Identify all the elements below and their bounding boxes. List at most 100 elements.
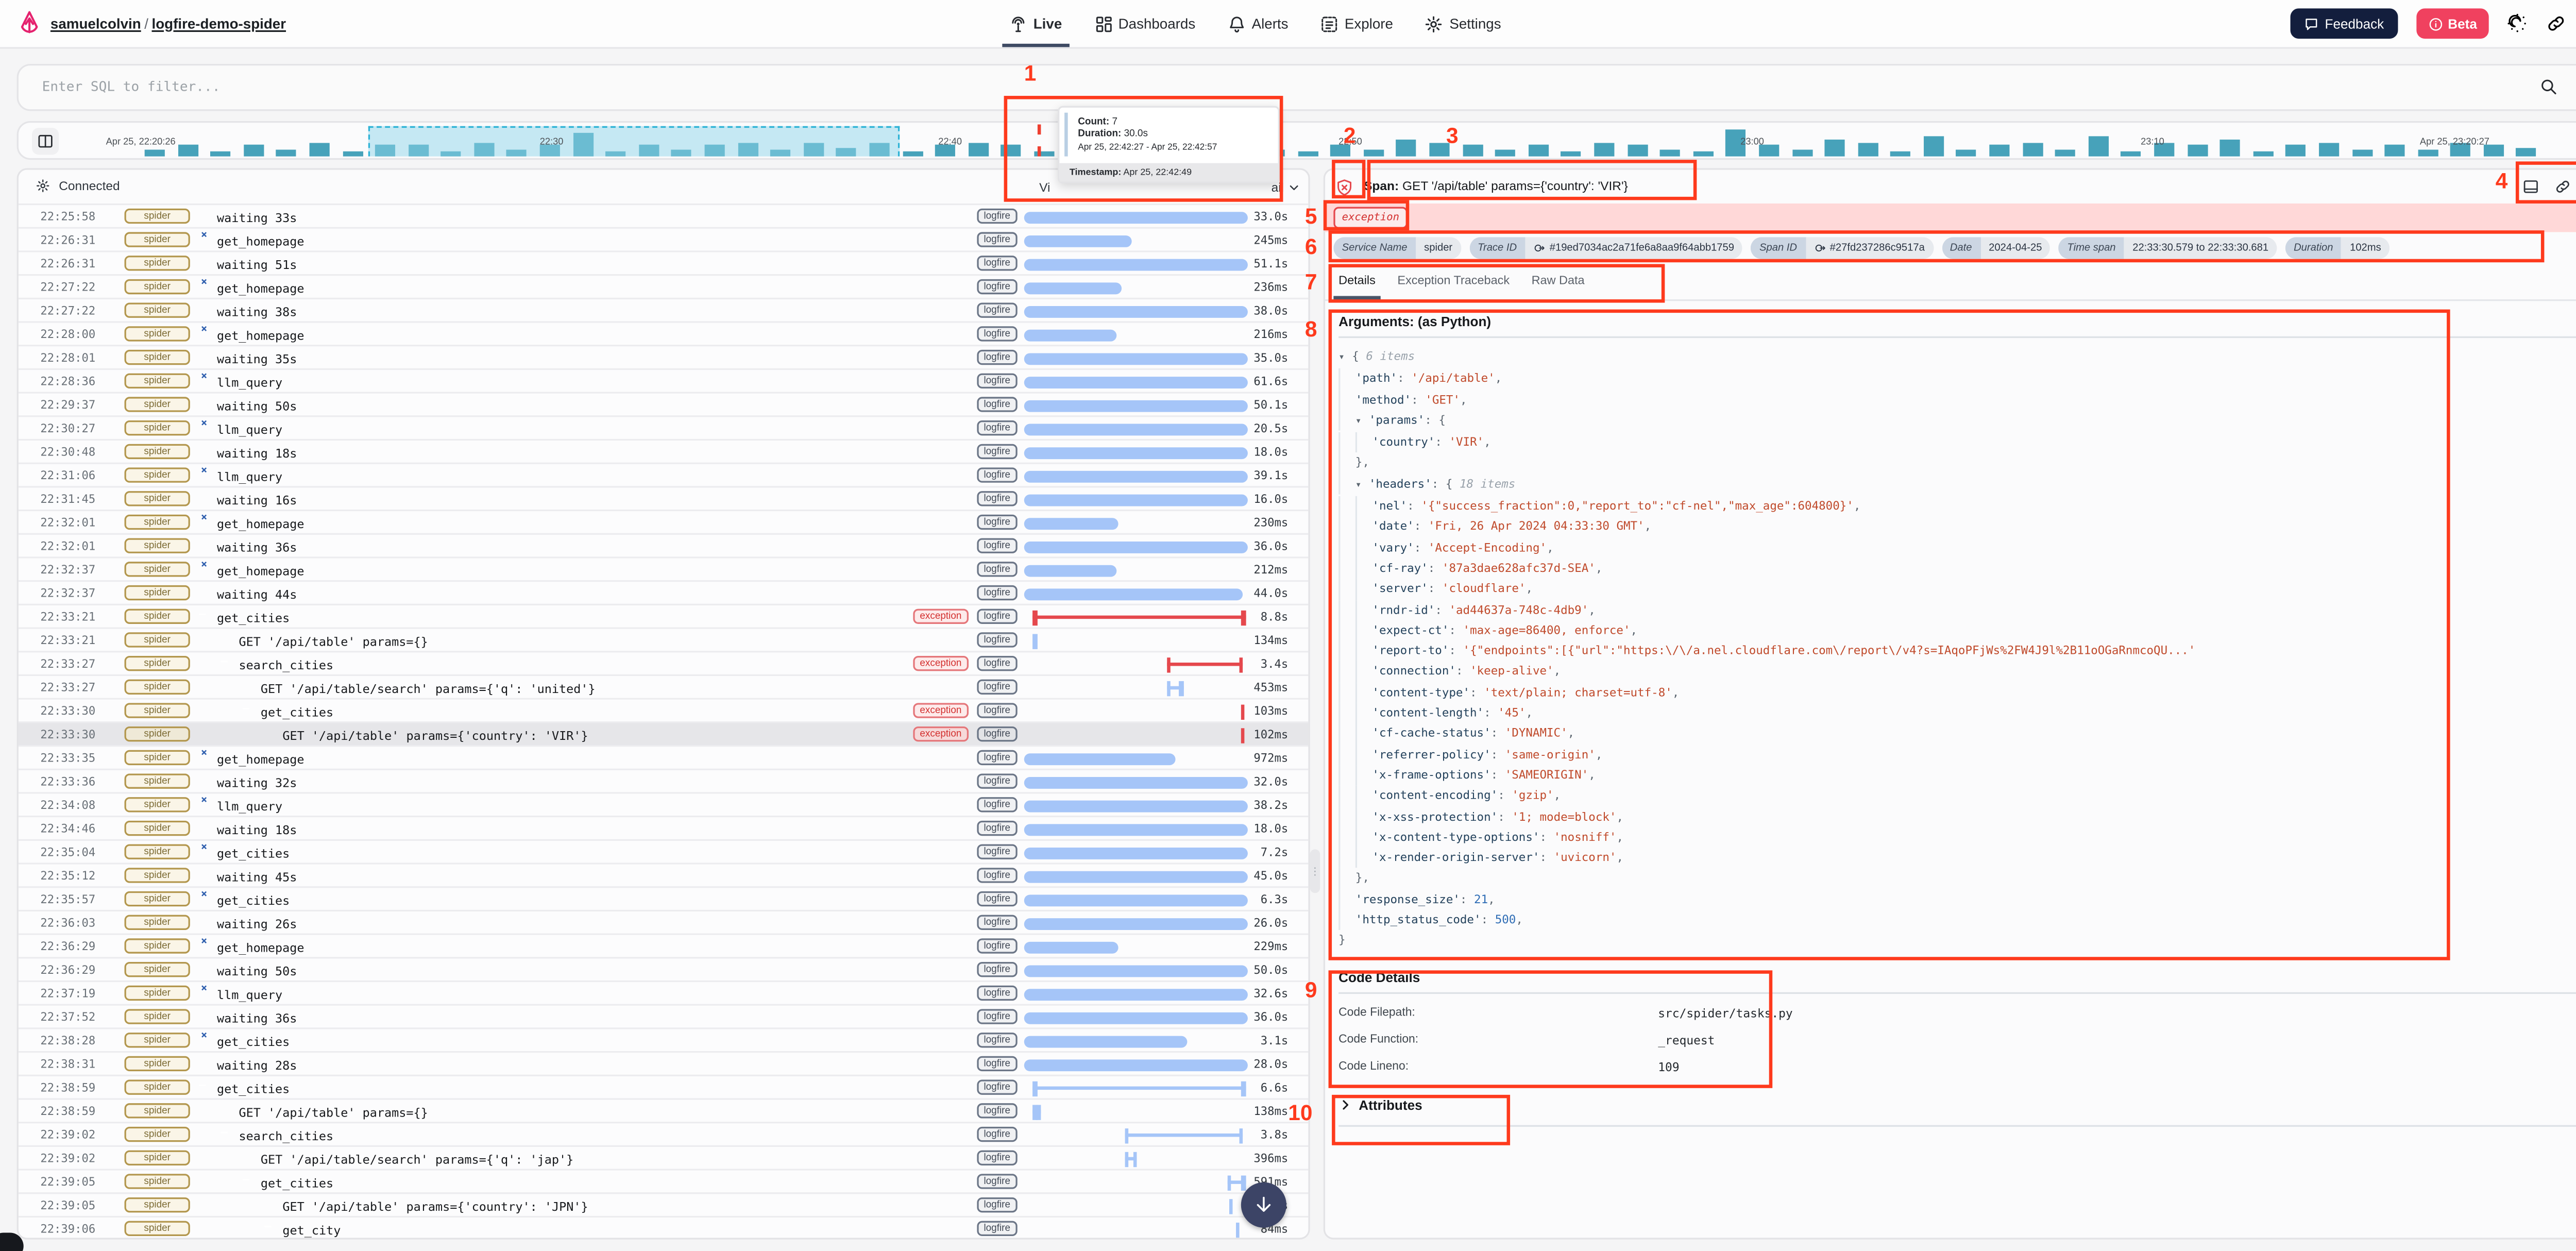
trace-row[interactable]: 22:31:06spider+llm_querylogfire39.1s: [19, 464, 1308, 488]
histogram-bar[interactable]: [2022, 142, 2042, 156]
span-name[interactable]: waiting 18s: [217, 822, 297, 837]
trace-row[interactable]: 22:39:02spider−search_citieslogfire3.8s: [19, 1123, 1308, 1147]
sql-filter-bar[interactable]: Enter SQL to filter...: [17, 64, 2576, 111]
service-tag[interactable]: spider: [125, 420, 190, 436]
service-tag[interactable]: spider: [125, 1056, 190, 1072]
span-name[interactable]: waiting 50s: [217, 399, 297, 414]
trace-row[interactable]: 22:33:27spider−search_citiesexceptionlog…: [19, 652, 1308, 676]
service-tag[interactable]: spider: [125, 1009, 190, 1025]
service-tag[interactable]: spider: [125, 562, 190, 578]
span-name[interactable]: search_cities: [239, 657, 333, 672]
histogram-bar[interactable]: [1594, 142, 1614, 156]
scroll-to-bottom-button[interactable]: [1241, 1182, 1286, 1228]
trace-row[interactable]: 22:39:05spider−get_citieslogfire591ms: [19, 1171, 1308, 1194]
span-name[interactable]: llm_query: [217, 422, 282, 437]
histogram-bar[interactable]: [1825, 139, 1845, 156]
arguments-json[interactable]: ▾{ 6 items'path': '/api/table','method':…: [1338, 346, 2576, 951]
logfire-tag[interactable]: logfire: [977, 585, 1017, 601]
exception-tag[interactable]: exception: [913, 703, 968, 719]
trace-row[interactable]: 22:33:30spider−get_citiesexceptionlogfir…: [19, 700, 1308, 723]
logfire-tag[interactable]: logfire: [977, 562, 1017, 578]
service-tag[interactable]: spider: [125, 373, 190, 389]
histogram-bar[interactable]: [342, 150, 362, 156]
service-tag[interactable]: spider: [125, 726, 190, 742]
trace-row[interactable]: 22:32:01spiderwaiting 36slogfire36.0s: [19, 535, 1308, 559]
trace-row[interactable]: 22:38:31spiderwaiting 28slogfire28.0s: [19, 1053, 1308, 1076]
span-name[interactable]: waiting 36s: [217, 540, 297, 555]
trace-row[interactable]: 22:32:37spiderwaiting 44slogfire44.0s: [19, 582, 1308, 605]
span-name[interactable]: get_cities: [217, 611, 290, 626]
histogram-bar[interactable]: [1462, 144, 1482, 156]
span-name[interactable]: waiting 28s: [217, 1058, 297, 1073]
sql-filter-input[interactable]: Enter SQL to filter...: [42, 79, 221, 94]
span-name[interactable]: get_homepage: [217, 563, 304, 578]
span-name[interactable]: get_city: [282, 1223, 341, 1238]
share-link-icon[interactable]: [2546, 13, 2566, 33]
service-tag[interactable]: spider: [125, 891, 190, 907]
span-name[interactable]: llm_query: [217, 987, 282, 1002]
nav-item-dashboards[interactable]: Dashboards: [1094, 0, 1195, 47]
span-name[interactable]: get_homepage: [217, 940, 304, 955]
trace-row[interactable]: 22:26:31spider+get_homepagelogfire245ms: [19, 229, 1308, 252]
logfire-tag[interactable]: logfire: [977, 1126, 1017, 1142]
histogram-bar[interactable]: [2055, 149, 2075, 156]
exception-tag[interactable]: exception: [913, 655, 968, 671]
histogram-bar[interactable]: [211, 150, 231, 156]
service-tag[interactable]: spider: [125, 961, 190, 977]
span-name[interactable]: GET '/api/table' params={}: [239, 1105, 428, 1120]
breadcrumb-user-link[interactable]: samuelcolvin: [50, 14, 141, 31]
histogram-bar[interactable]: [902, 150, 922, 156]
logfire-tag[interactable]: logfire: [977, 232, 1017, 248]
span-name[interactable]: get_cities: [217, 846, 290, 861]
trace-row[interactable]: 22:33:35spider+get_homepagelogfire972ms: [19, 747, 1308, 770]
service-tag[interactable]: spider: [125, 1197, 190, 1213]
logfire-tag[interactable]: logfire: [977, 349, 1017, 365]
logfire-tag[interactable]: logfire: [977, 726, 1017, 742]
span-name[interactable]: waiting 50s: [217, 963, 297, 978]
logfire-tag[interactable]: logfire: [977, 844, 1017, 860]
nav-item-live[interactable]: Live: [1009, 0, 1062, 47]
logfire-tag[interactable]: logfire: [977, 1150, 1017, 1166]
logfire-tag[interactable]: logfire: [977, 679, 1017, 695]
service-tag[interactable]: spider: [125, 608, 190, 624]
logfire-tag[interactable]: logfire: [977, 397, 1017, 413]
exception-tag[interactable]: exception: [1333, 207, 1408, 228]
service-tag[interactable]: spider: [125, 1079, 190, 1095]
trace-row[interactable]: 22:36:29spiderwaiting 50slogfire50.0s: [19, 958, 1308, 982]
span-name[interactable]: waiting 35s: [217, 351, 297, 366]
service-tag[interactable]: spider: [125, 1221, 190, 1237]
trace-row[interactable]: 22:32:37spider+get_homepagelogfire212ms: [19, 559, 1308, 582]
trace-row[interactable]: 22:36:29spider+get_homepagelogfire229ms: [19, 935, 1308, 959]
span-name[interactable]: waiting 36s: [217, 1011, 297, 1026]
logfire-tag[interactable]: logfire: [977, 1009, 1017, 1025]
histogram-bar[interactable]: [2253, 150, 2273, 156]
logfire-tag[interactable]: logfire: [977, 1221, 1017, 1237]
logfire-tag[interactable]: logfire: [977, 961, 1017, 977]
span-name[interactable]: get_homepage: [217, 234, 304, 249]
copy-link-icon[interactable]: [2554, 178, 2571, 195]
logfire-logo-icon[interactable]: [17, 10, 42, 36]
span-name[interactable]: waiting 18s: [217, 446, 297, 461]
trace-row[interactable]: 22:35:57spider+get_citieslogfire6.3s: [19, 888, 1308, 911]
feedback-button[interactable]: Feedback: [2290, 8, 2397, 39]
logfire-tag[interactable]: logfire: [977, 255, 1017, 271]
trace-row[interactable]: 22:39:05spiderGET '/api/table' params={'…: [19, 1194, 1308, 1218]
logfire-tag[interactable]: logfire: [977, 938, 1017, 954]
trace-row[interactable]: 22:34:08spider+llm_querylogfire38.2s: [19, 794, 1308, 818]
histogram-bar[interactable]: [1528, 144, 1548, 156]
span-name[interactable]: search_cities: [239, 1128, 333, 1143]
service-tag[interactable]: spider: [125, 397, 190, 413]
span-name[interactable]: waiting 45s: [217, 869, 297, 884]
span-name[interactable]: waiting 33s: [217, 210, 297, 225]
attributes-section[interactable]: Attributes: [1338, 1097, 2576, 1126]
trace-row[interactable]: 22:28:01spiderwaiting 35slogfire35.0s: [19, 346, 1308, 370]
span-name[interactable]: get_homepage: [217, 328, 304, 343]
histogram-bar[interactable]: [1891, 150, 1911, 156]
logfire-tag[interactable]: logfire: [977, 420, 1017, 436]
service-tag[interactable]: spider: [125, 467, 190, 483]
histogram-bar[interactable]: [1924, 136, 1944, 156]
service-tag[interactable]: spider: [125, 632, 190, 648]
logfire-tag[interactable]: logfire: [977, 915, 1017, 931]
logfire-tag[interactable]: logfire: [977, 1079, 1017, 1095]
histogram-bar[interactable]: [1561, 150, 1581, 156]
